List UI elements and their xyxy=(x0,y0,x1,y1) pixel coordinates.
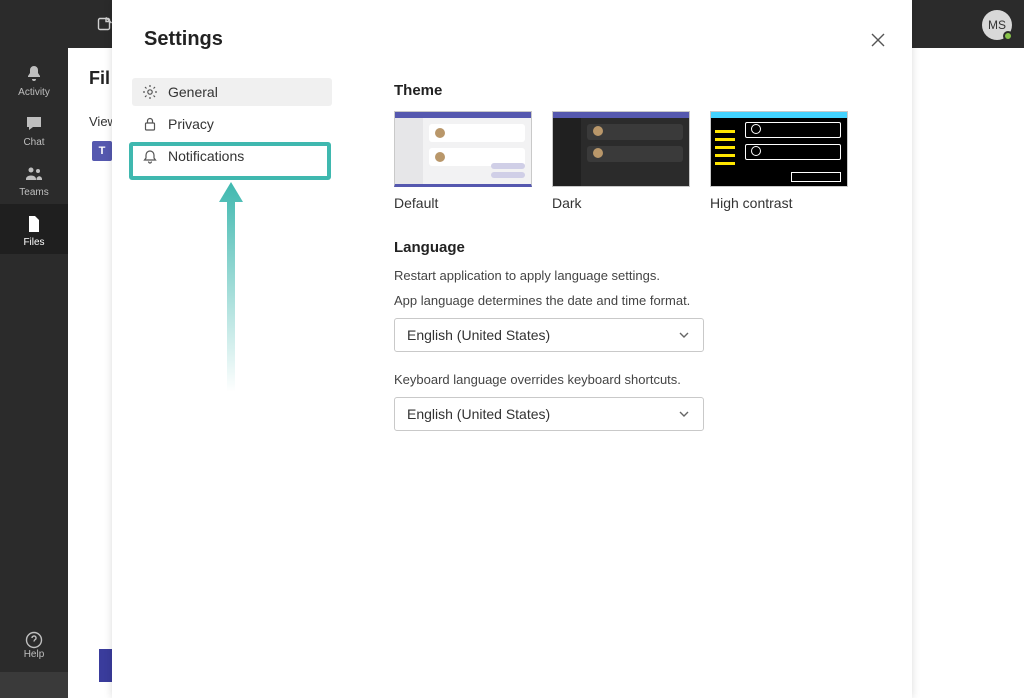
app-language-hint: App language determines the date and tim… xyxy=(394,293,884,308)
app-language-value: English (United States) xyxy=(407,327,550,343)
settings-nav-label: General xyxy=(168,84,218,100)
settings-nav-label: Notifications xyxy=(168,148,244,164)
language-restart-hint: Restart application to apply language se… xyxy=(394,268,884,283)
theme-preview-dark xyxy=(552,111,690,187)
theme-preview-default xyxy=(394,111,532,187)
language-heading: Language xyxy=(394,239,884,256)
theme-preview-high-contrast xyxy=(710,111,848,187)
settings-nav-label: Privacy xyxy=(168,116,214,132)
keyboard-language-select[interactable]: English (United States) xyxy=(394,397,704,431)
theme-label: High contrast xyxy=(710,195,848,211)
keyboard-language-value: English (United States) xyxy=(407,406,550,422)
settings-nav: General Privacy Notifications xyxy=(132,78,332,174)
lock-icon xyxy=(142,116,158,132)
settings-dialog: Settings General Privacy Notifications T… xyxy=(112,0,912,698)
tutorial-arrow-icon xyxy=(215,182,247,392)
bell-icon xyxy=(142,148,158,164)
theme-heading: Theme xyxy=(394,82,884,99)
theme-option-default[interactable]: Default xyxy=(394,111,532,211)
close-icon xyxy=(871,33,885,47)
settings-pane-general: Theme Default Dark xyxy=(394,82,884,451)
settings-nav-privacy[interactable]: Privacy xyxy=(132,110,332,138)
app-language-select[interactable]: English (United States) xyxy=(394,318,704,352)
theme-label: Dark xyxy=(552,195,690,211)
settings-nav-notifications[interactable]: Notifications xyxy=(132,142,332,170)
theme-option-dark[interactable]: Dark xyxy=(552,111,690,211)
close-button[interactable] xyxy=(868,30,888,50)
gear-icon xyxy=(142,84,158,100)
settings-title: Settings xyxy=(144,28,223,51)
chevron-down-icon xyxy=(677,328,691,342)
settings-nav-general[interactable]: General xyxy=(132,78,332,106)
theme-option-high-contrast[interactable]: High contrast xyxy=(710,111,848,211)
theme-label: Default xyxy=(394,195,532,211)
chevron-down-icon xyxy=(677,407,691,421)
keyboard-language-hint: Keyboard language overrides keyboard sho… xyxy=(394,372,884,387)
theme-options: Default Dark High contrast xyxy=(394,111,884,211)
